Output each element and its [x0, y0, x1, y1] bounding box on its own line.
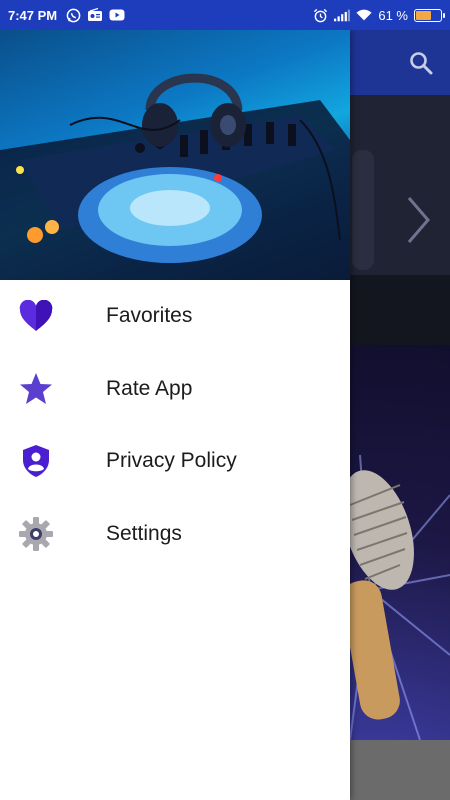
chevron-right-icon[interactable] — [406, 195, 432, 250]
status-time: 7:47 PM — [8, 7, 58, 23]
star-icon — [18, 371, 54, 407]
wifi-icon — [356, 8, 372, 22]
navigation-drawer: Favorites Rate App Privacy Policy Settin… — [0, 30, 350, 800]
heart-icon — [18, 298, 54, 334]
menu-item-settings[interactable]: Settings — [0, 498, 350, 571]
signal-icon — [334, 8, 351, 22]
menu-label-rate-app: Rate App — [106, 376, 193, 400]
menu-label-settings: Settings — [106, 521, 182, 545]
status-bar: 7:47 PM 61 % — [0, 0, 450, 30]
menu-label-favorites: Favorites — [106, 304, 193, 328]
search-icon[interactable] — [408, 50, 434, 81]
menu-label-privacy-policy: Privacy Policy — [106, 449, 237, 473]
radio-icon — [87, 8, 103, 22]
gear-icon — [18, 516, 54, 552]
youtube-icon — [109, 8, 125, 22]
alarm-icon — [312, 8, 328, 22]
menu-item-favorites[interactable]: Favorites — [0, 280, 350, 353]
shield-user-icon — [18, 443, 54, 479]
drawer-header-image — [0, 30, 350, 280]
menu-item-privacy-policy[interactable]: Privacy Policy — [0, 425, 350, 498]
whatsapp-icon — [65, 8, 81, 22]
battery-percent: 61 % — [378, 7, 408, 23]
drawer-menu: Favorites Rate App Privacy Policy Settin… — [0, 280, 350, 570]
battery-icon — [414, 8, 445, 22]
menu-item-rate-app[interactable]: Rate App — [0, 353, 350, 426]
